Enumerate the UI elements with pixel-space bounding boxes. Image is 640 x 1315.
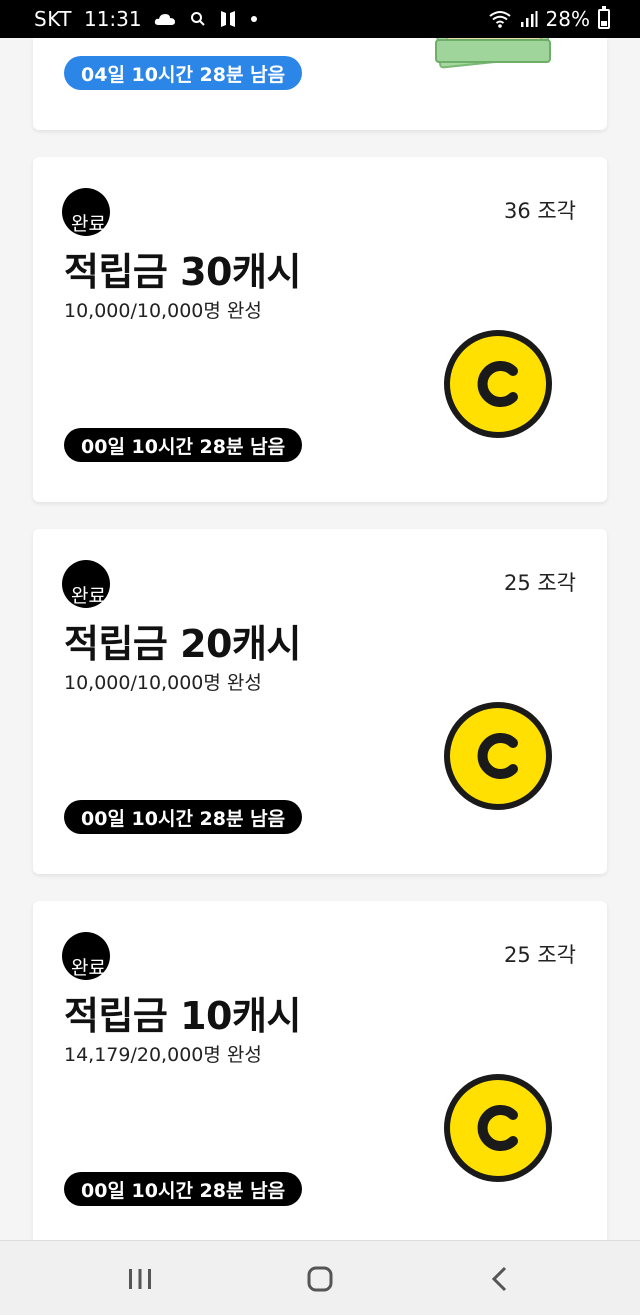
battery-percent: 28% (545, 7, 590, 31)
timer-pill: 04일 10시간 28분 남음 (64, 56, 303, 90)
cash-coin-icon (444, 702, 552, 810)
home-icon (307, 1266, 333, 1291)
cash-coin-icon (444, 1074, 552, 1182)
back-button[interactable] (460, 1241, 540, 1315)
wifi-icon (488, 11, 511, 28)
event-card-top[interactable]: 04일 10시간 28분 남음 (33, 38, 607, 130)
cloud-icon (154, 14, 175, 25)
back-icon (491, 1266, 507, 1291)
carrier-label: SKT (34, 7, 72, 31)
clock: 11:31 (83, 7, 142, 31)
status-bar-left: SKT 11:31 (34, 0, 258, 38)
done-badge-label: 완료 (71, 213, 106, 235)
timer-pill: 00일 10시간 28분 남음 (64, 800, 303, 834)
timer-pill: 00일 10시간 28분 남음 (64, 1172, 303, 1206)
reward-card[interactable]: 완료 36 조각 적립금 30캐시 10,000/10,000명 완성 00일 … (33, 157, 607, 502)
timer-pill: 00일 10시간 28분 남음 (64, 428, 303, 462)
pieces-count: 25 조각 (503, 943, 576, 967)
reward-card[interactable]: 완료 25 조각 적립금 10캐시 14,179/20,000명 완성 00일 … (33, 901, 607, 1246)
recent-apps-button[interactable] (100, 1241, 180, 1315)
reward-title: 적립금 10캐시 (64, 994, 301, 1038)
reward-title: 적립금 20캐시 (64, 622, 301, 666)
progress-text: 10,000/10,000명 완성 (64, 300, 262, 322)
done-badge-label: 완료 (71, 585, 106, 607)
status-bar: SKT 11:31 28% (0, 0, 640, 38)
dot-icon (250, 16, 257, 22)
progress-text: 10,000/10,000명 완성 (64, 672, 262, 694)
done-badge-label: 완료 (71, 957, 106, 979)
cash-coin-icon (444, 330, 552, 438)
bts-icon (220, 11, 235, 27)
battery-icon (598, 6, 610, 29)
signal-icon (520, 11, 538, 27)
recent-apps-icon (129, 1268, 151, 1289)
pieces-count: 36 조각 (503, 199, 576, 223)
status-bar-right: 28% (488, 0, 610, 38)
navigation-bar (0, 1240, 640, 1315)
reward-title: 적립금 30캐시 (64, 250, 301, 294)
search-icon (190, 12, 205, 26)
reward-card[interactable]: 완료 25 조각 적립금 20캐시 10,000/10,000명 완성 00일 … (33, 529, 607, 874)
progress-text: 14,179/20,000명 완성 (64, 1044, 262, 1066)
money-bills-icon (435, 38, 551, 69)
pieces-count: 25 조각 (503, 571, 576, 595)
notification-icons (154, 9, 258, 29)
home-button[interactable] (280, 1241, 360, 1315)
